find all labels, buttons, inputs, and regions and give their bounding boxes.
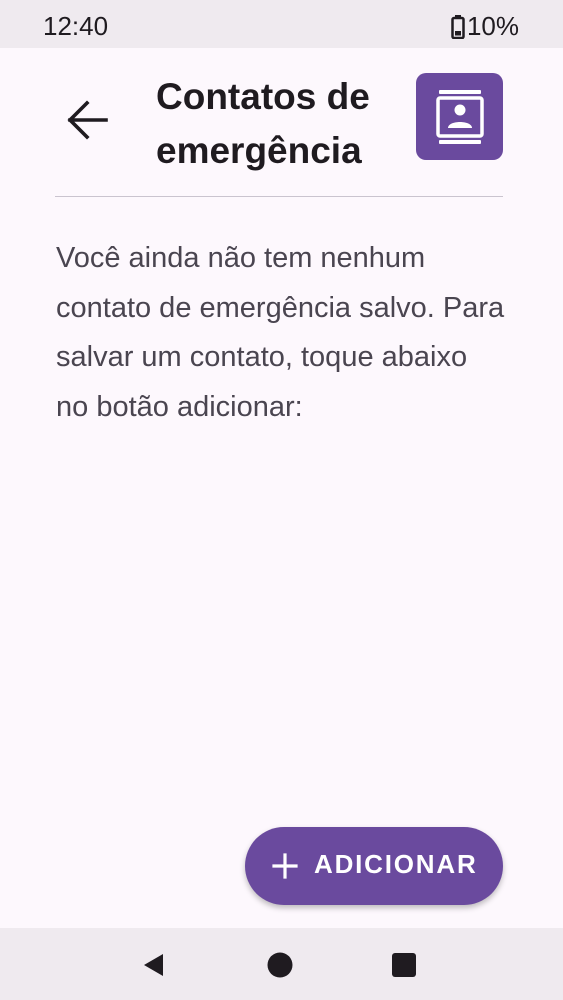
page-title: Contatos de emergência xyxy=(156,76,370,171)
nav-recents-button[interactable] xyxy=(389,950,419,980)
status-bar: 12:40 10% xyxy=(0,0,563,48)
empty-state-message: Você ainda não tem nenhum contato de eme… xyxy=(56,242,505,423)
add-contact-button[interactable]: ADICIONAR xyxy=(245,827,503,905)
arrow-back-icon xyxy=(67,100,108,140)
battery-percentage: 10% xyxy=(466,11,519,41)
plus-icon xyxy=(272,853,298,879)
system-nav-bar xyxy=(0,928,563,1000)
contact-card-icon xyxy=(435,89,484,144)
header-divider xyxy=(55,196,503,197)
circle-home-icon xyxy=(267,952,293,978)
screen: 12:40 10% Contatos de emergência Você ai… xyxy=(0,0,563,1000)
add-contact-label: ADICIONAR xyxy=(314,849,478,879)
status-right: 10% xyxy=(451,11,519,42)
triangle-back-icon xyxy=(144,954,163,976)
app-header: Contatos de emergência xyxy=(0,48,563,198)
nav-back-button[interactable] xyxy=(138,950,168,980)
contact-badge xyxy=(416,73,503,160)
back-button[interactable] xyxy=(55,88,119,152)
battery-low-icon xyxy=(451,14,465,39)
nav-home-button[interactable] xyxy=(265,950,295,980)
square-recents-icon xyxy=(392,953,416,977)
status-time: 12:40 xyxy=(43,11,109,41)
